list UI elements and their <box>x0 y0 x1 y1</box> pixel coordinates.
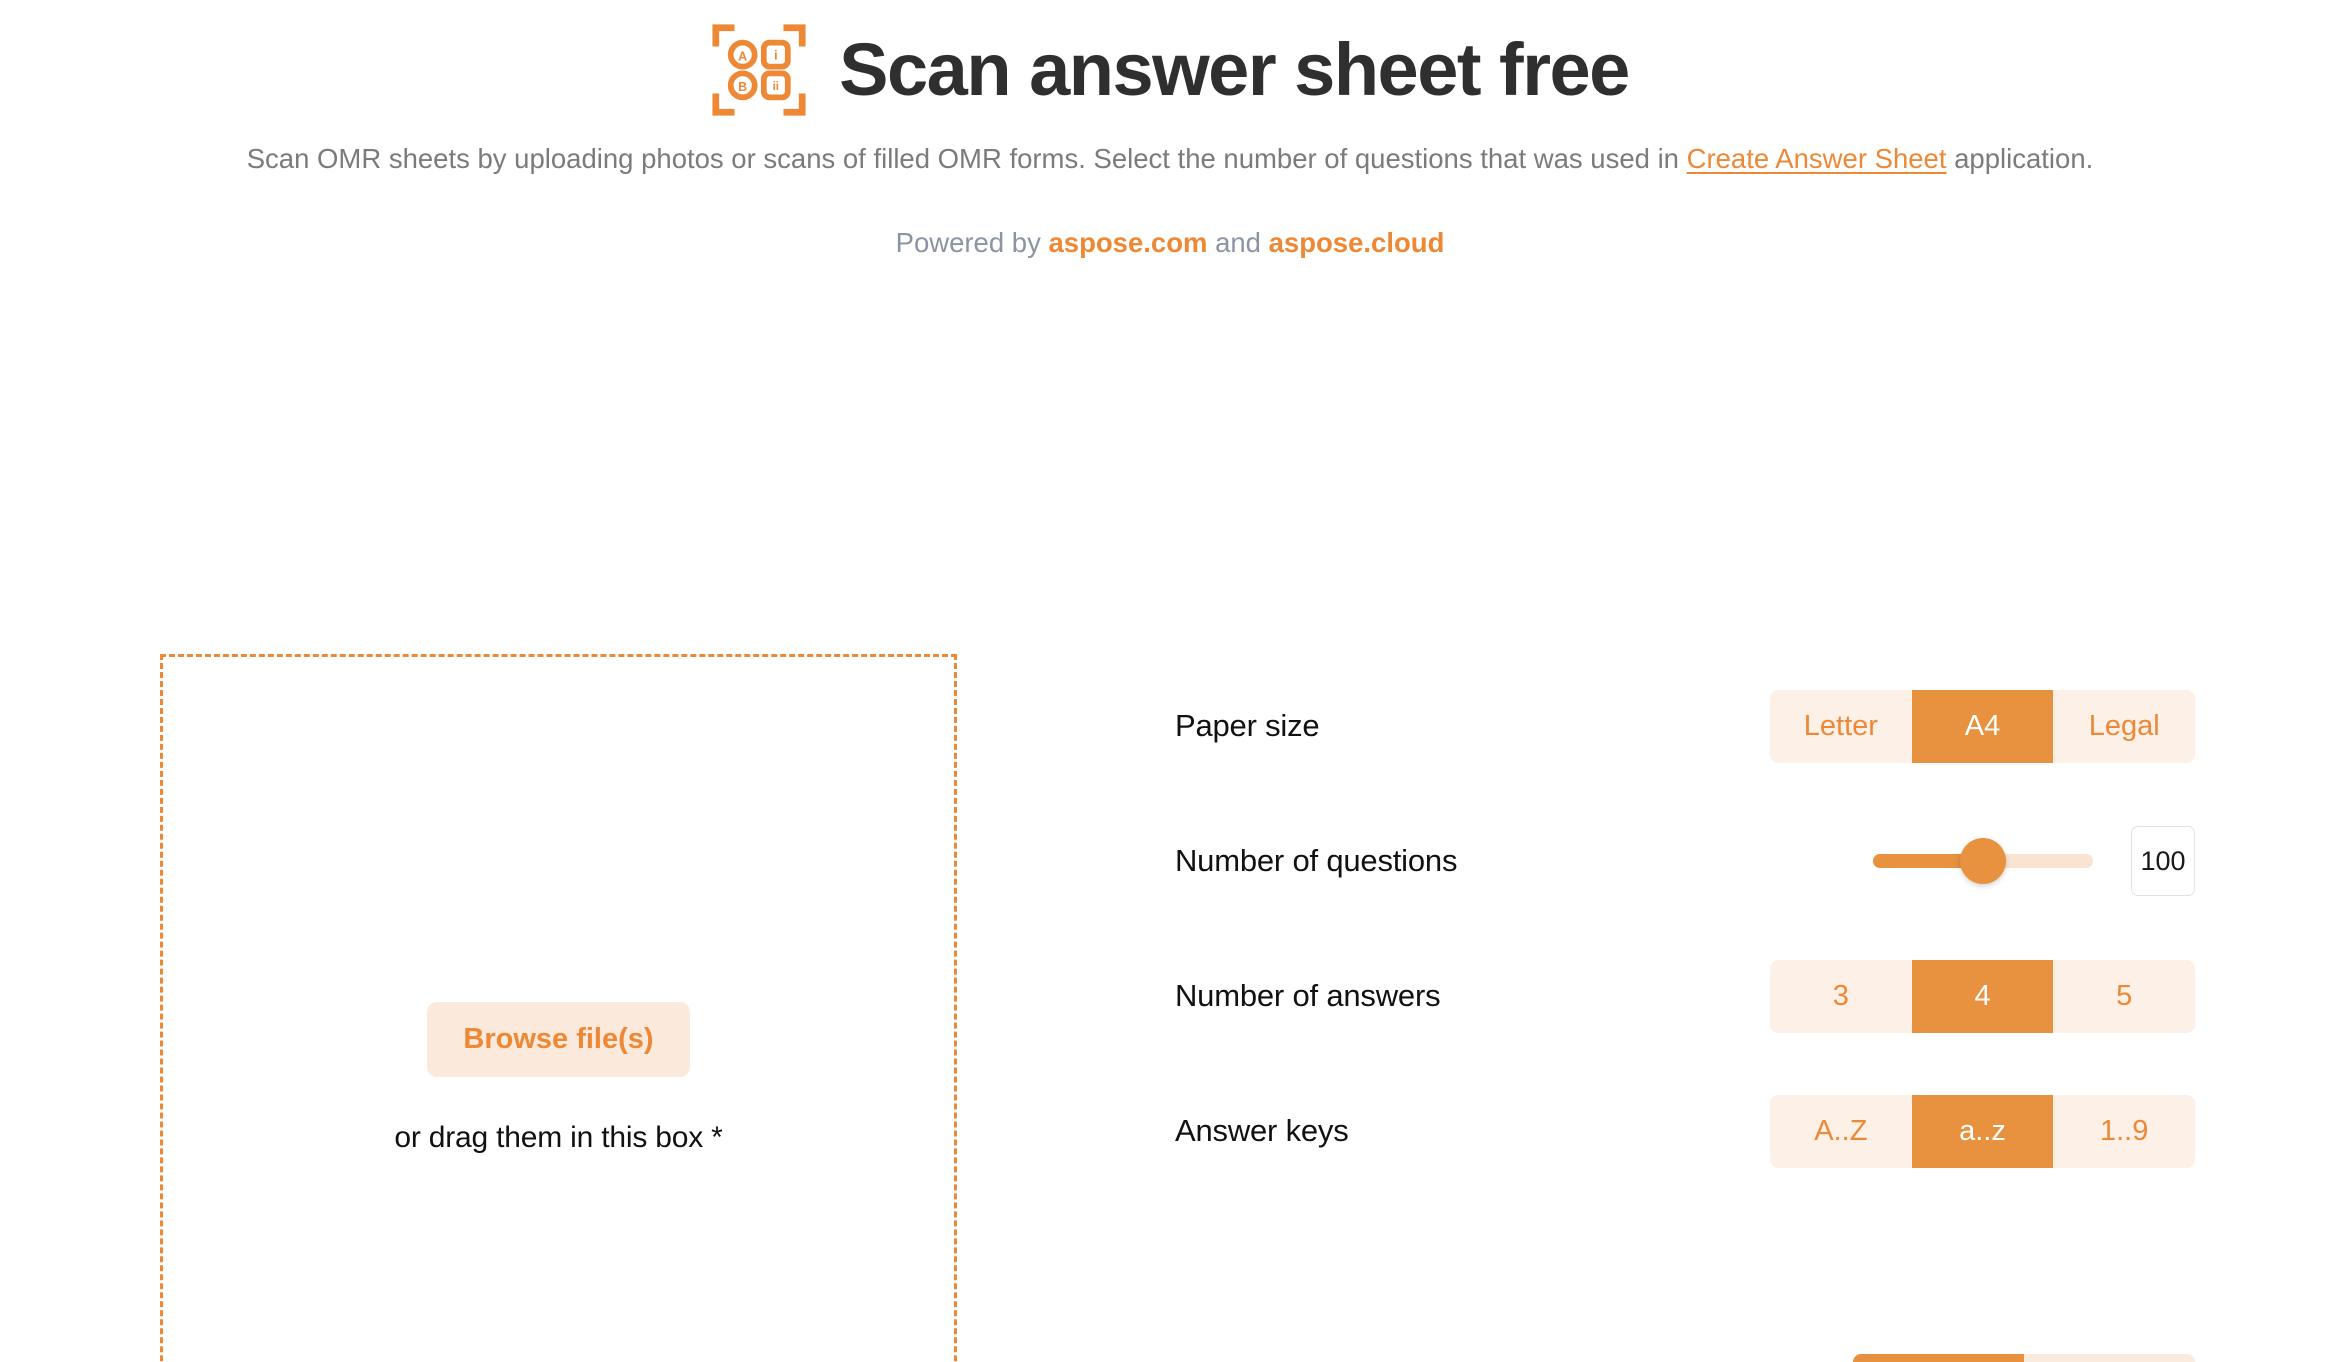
number-of-answers-label: Number of answers <box>1175 978 1441 1013</box>
page-title: Scan answer sheet free <box>839 28 1630 111</box>
title-row: A B i ii Scan answer sheet free <box>0 22 2340 118</box>
number-of-answers-option-4[interactable]: 4 <box>1911 959 2054 1033</box>
answer-keys-control: A..Z a..z 1..9 <box>1765 1094 2195 1168</box>
settings-spacer <box>1175 1199 2195 1329</box>
subtitle-text-after: application. <box>1946 143 2094 174</box>
svg-text:B: B <box>738 80 747 94</box>
number-of-answers-control: 3 4 5 <box>1765 959 2195 1033</box>
number-of-questions-label: Number of questions <box>1175 843 1458 878</box>
answer-keys-segmented: A..Z a..z 1..9 <box>1770 1094 2195 1168</box>
answer-keys-label: Answer keys <box>1175 1113 1349 1148</box>
page-header: A B i ii Scan answer sheet free Scan OMR… <box>0 0 2340 259</box>
paper-size-label: Paper size <box>1175 708 1320 743</box>
setting-row-save-results-as: Save results as CSV JSON <box>1175 1329 2195 1362</box>
subtitle-text-before: Scan OMR sheets by uploading photos or s… <box>246 143 1687 174</box>
number-of-answers-segmented: 3 4 5 <box>1770 959 2195 1033</box>
omr-scan-frame-icon: A B i ii <box>711 22 807 118</box>
svg-text:ii: ii <box>773 81 779 93</box>
browse-files-button[interactable]: Browse file(s) <box>427 1001 690 1077</box>
paper-size-option-a4[interactable]: A4 <box>1911 689 2054 763</box>
paper-size-option-legal[interactable]: Legal <box>2053 690 2195 763</box>
create-answer-sheet-link[interactable]: Create Answer Sheet <box>1687 143 1947 174</box>
paper-size-option-letter[interactable]: Letter <box>1770 690 1912 763</box>
setting-row-number-of-answers: Number of answers 3 4 5 <box>1175 929 2195 1064</box>
paper-size-segmented: Letter A4 Legal <box>1770 689 2195 763</box>
number-of-answers-option-3[interactable]: 3 <box>1770 960 1912 1033</box>
powered-by-prefix: Powered by <box>895 226 1049 258</box>
paper-size-control: Letter A4 Legal <box>1765 689 2195 763</box>
number-of-questions-slider-wrap: 100 <box>1770 826 2195 896</box>
file-dropzone[interactable]: Browse file(s) or drag them in this box … <box>160 653 957 1362</box>
powered-by-middle: and <box>1207 226 1269 258</box>
page-subtitle: Scan OMR sheets by uploading photos or s… <box>0 140 2340 179</box>
svg-text:A: A <box>738 49 747 63</box>
save-results-as-control: CSV JSON <box>1765 1354 2195 1362</box>
svg-text:i: i <box>774 48 777 62</box>
drag-hint-text: or drag them in this box * <box>394 1120 723 1154</box>
number-of-questions-control: 100 <box>1765 826 2195 896</box>
aspose-cloud-link[interactable]: aspose.cloud <box>1269 227 1445 258</box>
setting-row-number-of-questions: Number of questions 100 <box>1175 794 2195 929</box>
slider-thumb[interactable] <box>1960 838 2006 884</box>
answer-keys-option-uppercase[interactable]: A..Z <box>1770 1095 1912 1168</box>
number-of-questions-slider[interactable] <box>1873 838 2093 884</box>
setting-row-paper-size: Paper size Letter A4 Legal <box>1175 659 2195 794</box>
save-results-as-toggle: CSV JSON <box>1853 1354 2195 1362</box>
save-results-option-csv[interactable]: CSV <box>1853 1354 2024 1362</box>
powered-by-line: Powered by aspose.com and aspose.cloud <box>0 227 2340 259</box>
settings-panel: Paper size Letter A4 Legal Number of que… <box>1175 659 2195 1362</box>
save-results-option-json[interactable]: JSON <box>2024 1354 2195 1362</box>
number-of-questions-input[interactable]: 100 <box>2131 826 2195 896</box>
setting-row-answer-keys: Answer keys A..Z a..z 1..9 <box>1175 1064 2195 1199</box>
answer-keys-option-lowercase[interactable]: a..z <box>1911 1094 2054 1168</box>
main-content: Browse file(s) or drag them in this box … <box>0 259 2340 1362</box>
answer-keys-option-numeric[interactable]: 1..9 <box>2053 1095 2195 1168</box>
number-of-answers-option-5[interactable]: 5 <box>2053 960 2195 1033</box>
aspose-com-link[interactable]: aspose.com <box>1048 227 1207 258</box>
